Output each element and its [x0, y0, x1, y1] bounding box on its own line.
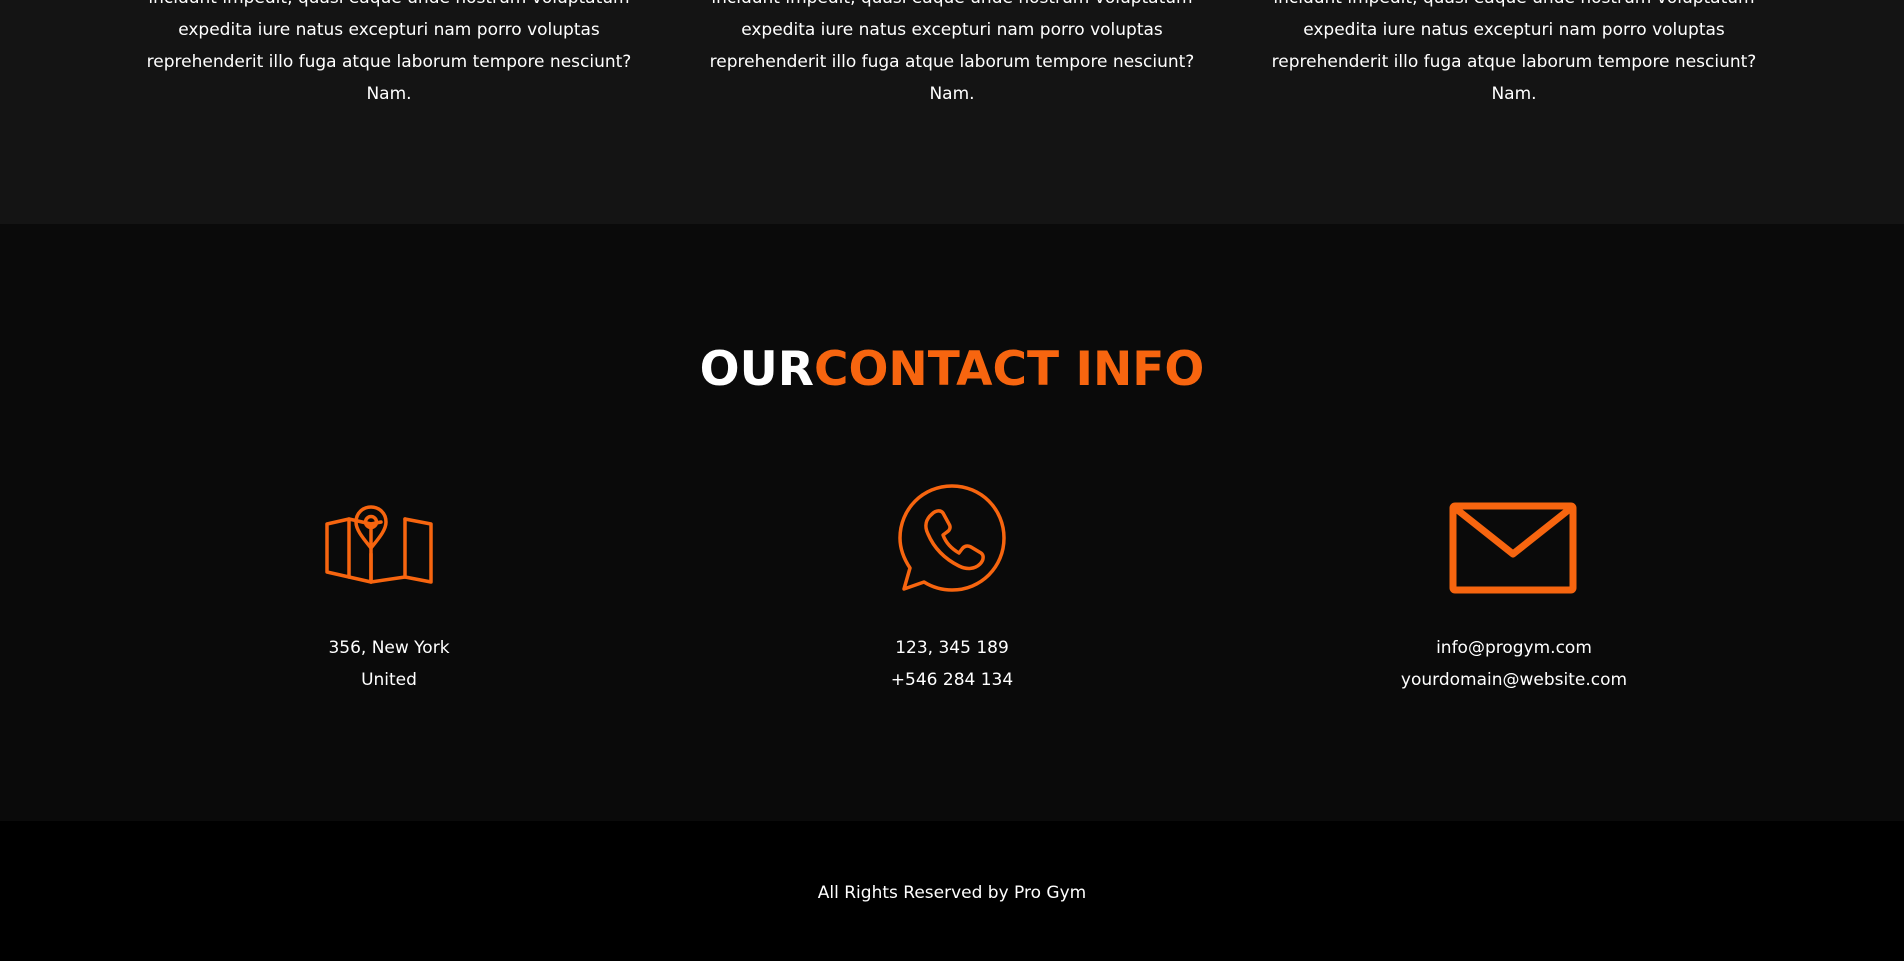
phone-lines: 123, 345 189 +546 284 134 [742, 632, 1162, 696]
contact-section: OURCONTACT INFO 356, New York United 123… [0, 224, 1904, 821]
address-line-1: 356, New York [328, 638, 450, 658]
testimonial-line: reprehenderit illo fuga atque laborum te… [709, 52, 1195, 72]
testimonial-line: incidunt impedit, quasi eaque unde nostr… [702, 0, 1202, 14]
testimonial-text-2: incidunt impedit, quasi eaque unde nostr… [702, 0, 1202, 110]
testimonial-line: Nam. [1491, 84, 1537, 104]
address-lines: 356, New York United [179, 632, 599, 696]
whatsapp-phone-icon [882, 472, 1022, 612]
testimonial-text-1: incidunt impedit, quasi eaque unde nostr… [139, 0, 639, 110]
envelope-icon [1444, 472, 1584, 612]
testimonials-section: incidunt impedit, quasi eaque unde nostr… [0, 0, 1904, 224]
email-line-2: yourdomain@website.com [1400, 670, 1628, 690]
contact-heading: OURCONTACT INFO [0, 340, 1904, 400]
map-location-icon [319, 472, 459, 612]
testimonial-line: reprehenderit illo fuga atque laborum te… [146, 52, 632, 72]
phone-line-1: 123, 345 189 [895, 638, 1009, 658]
address-line-2: United [361, 670, 417, 690]
email-line-1: info@progym.com [1436, 638, 1592, 658]
testimonial-line: Nam. [929, 84, 975, 104]
testimonial-line: incidunt impedit, quasi eaque unde nostr… [1264, 0, 1764, 14]
footer: All Rights Reserved by Pro Gym [0, 821, 1904, 961]
testimonial-line: incidunt impedit, quasi eaque unde nostr… [139, 0, 639, 14]
contact-heading-white: OUR [699, 342, 814, 397]
testimonial-text-3: incidunt impedit, quasi eaque unde nostr… [1264, 0, 1764, 110]
testimonial-line: expedita iure natus excepturi nam porro … [1303, 20, 1725, 40]
testimonial-line: Nam. [366, 84, 412, 104]
contact-heading-orange: CONTACT INFO [813, 342, 1205, 397]
email-lines: info@progym.com yourdomain@website.com [1304, 632, 1724, 696]
testimonial-line: reprehenderit illo fuga atque laborum te… [1271, 52, 1757, 72]
footer-copyright: All Rights Reserved by Pro Gym [817, 883, 1087, 903]
phone-line-2: +546 284 134 [890, 670, 1014, 690]
testimonial-line: expedita iure natus excepturi nam porro … [741, 20, 1163, 40]
testimonial-line: expedita iure natus excepturi nam porro … [178, 20, 600, 40]
